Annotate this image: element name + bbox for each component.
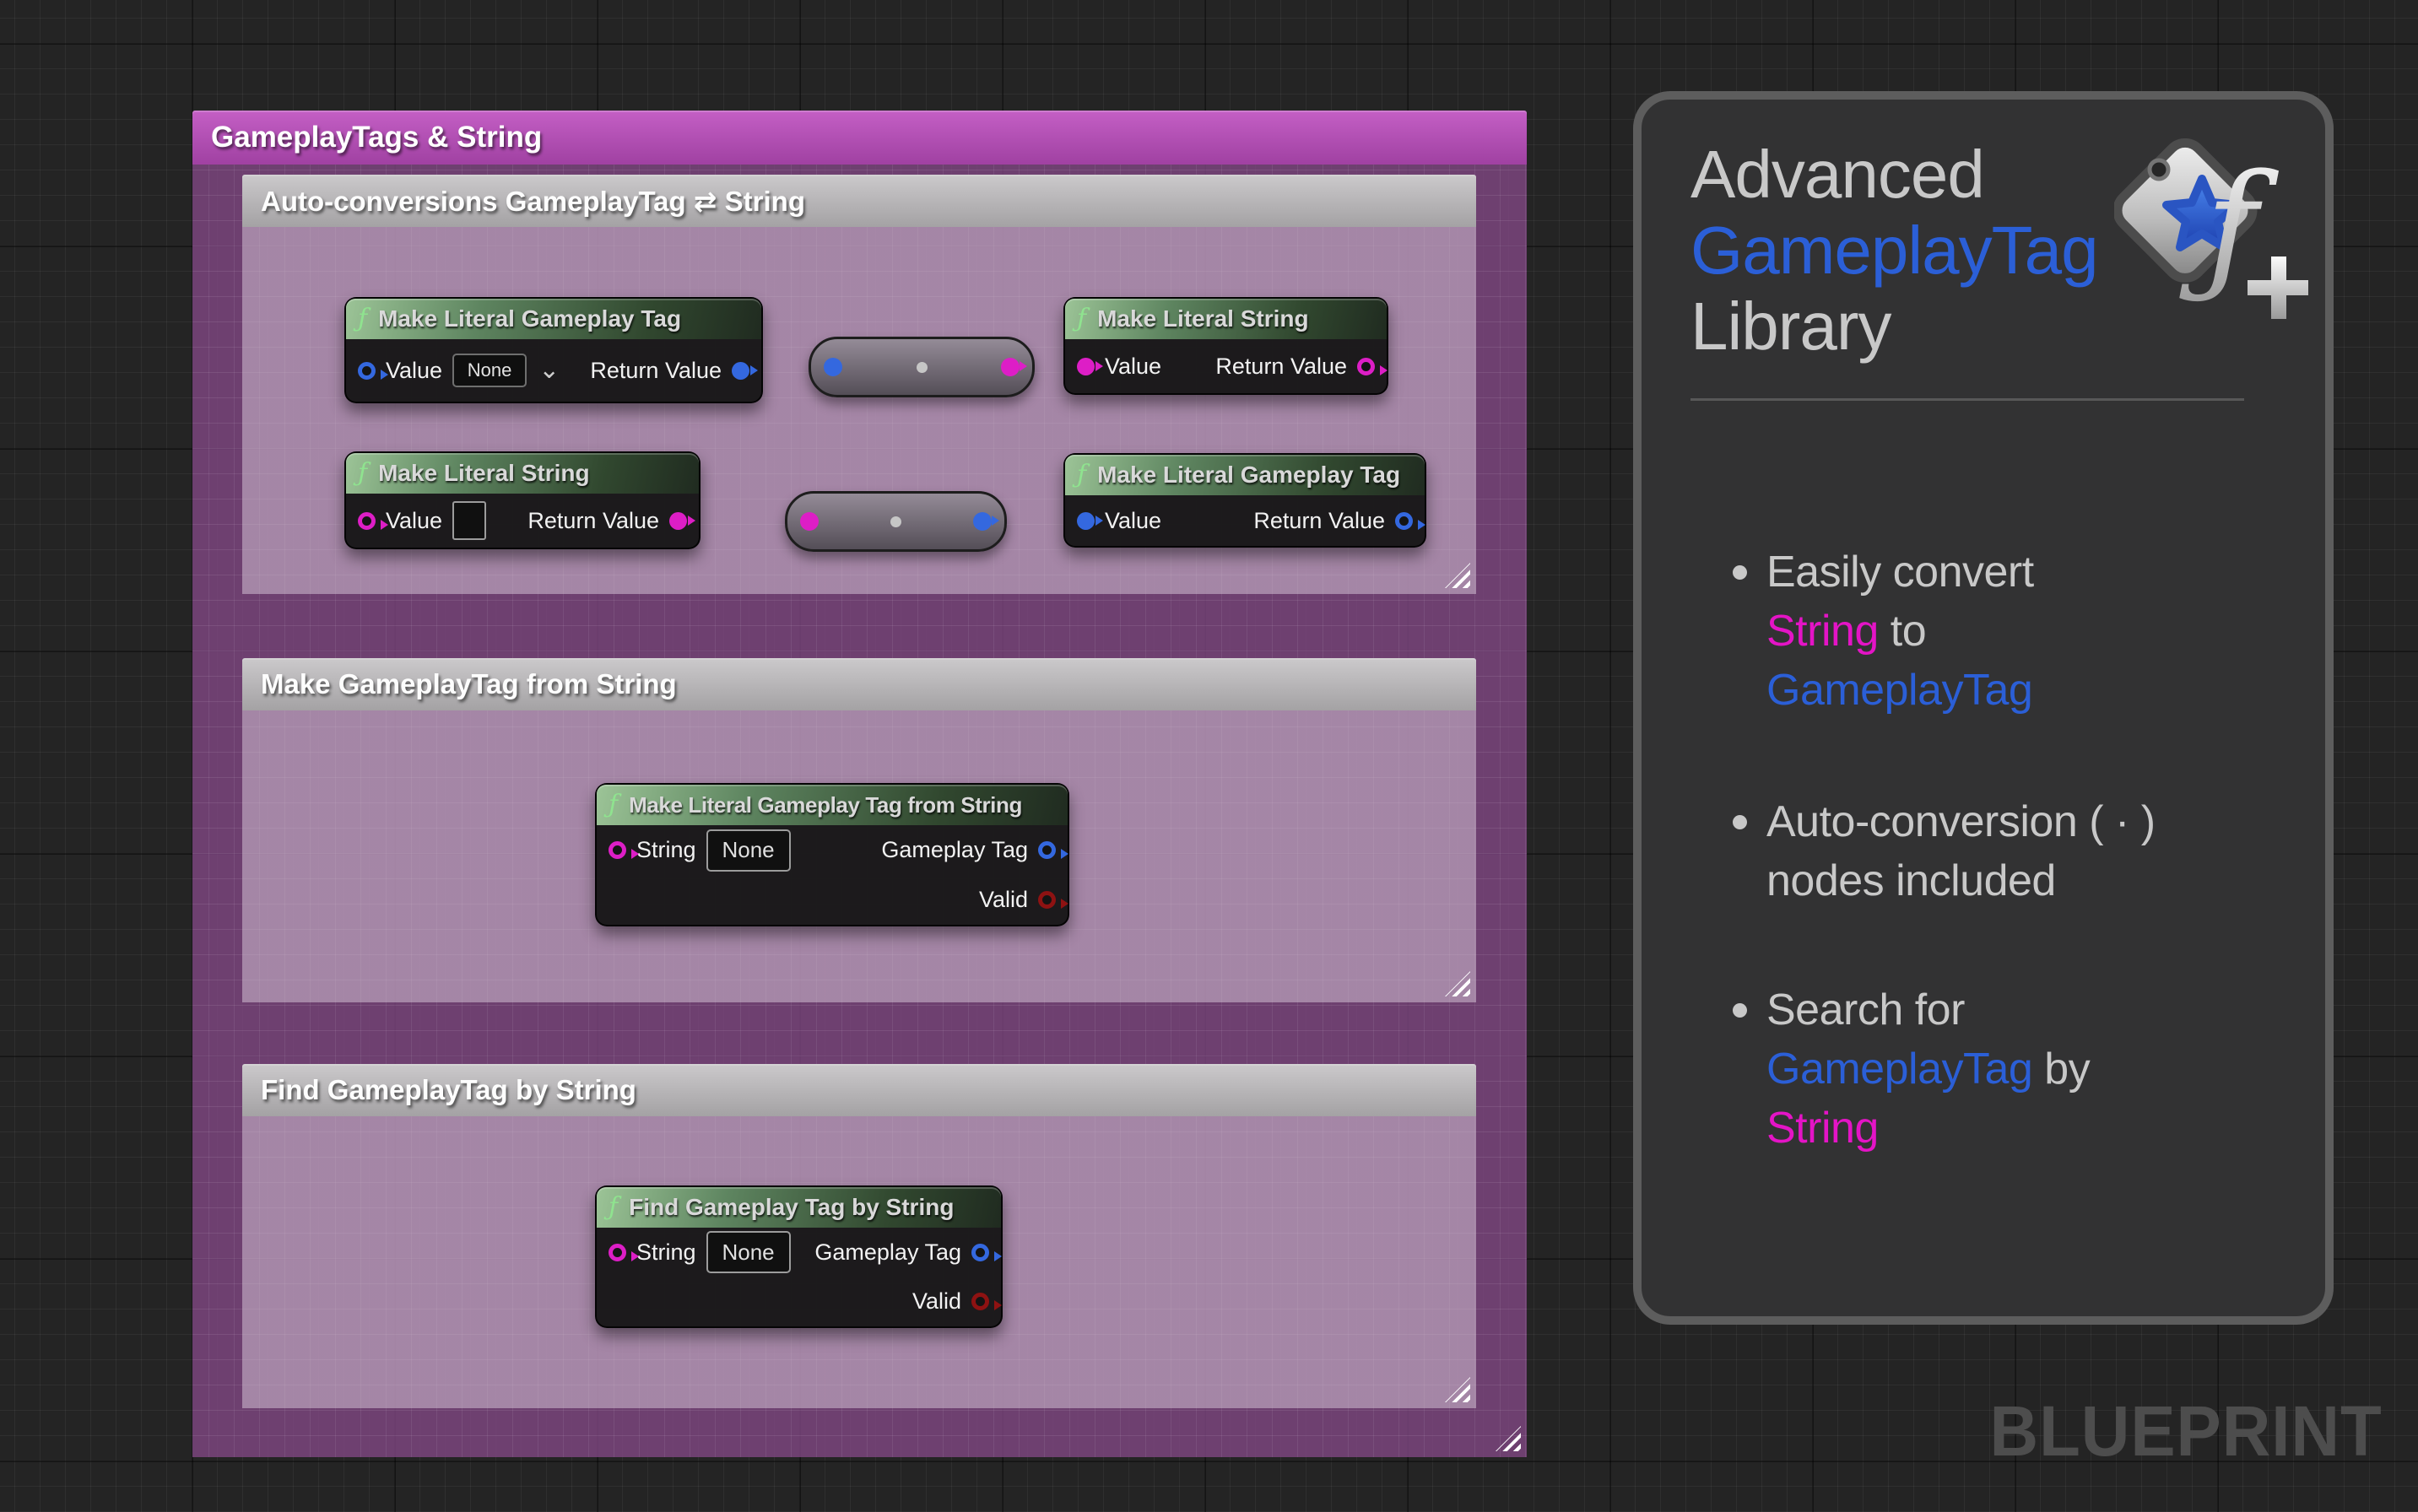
node-auto-conversion-tag-to-string[interactable] [809,337,1035,397]
bullet-line: Auto-conversion ( · ) [1766,792,2273,851]
node-make-literal-gameplay-tag[interactable]: ƒ Make Literal Gameplay Tag Value None ⌄… [344,297,763,403]
pin-return-value-output[interactable] [1357,358,1375,375]
value-text-field[interactable] [452,501,486,540]
node-header[interactable]: ƒ Make Literal String [1065,299,1387,339]
pin-gameplay-tag-output[interactable] [1038,841,1056,859]
node-title: Make Literal Gameplay Tag [1097,462,1400,489]
pin-label: Return Value [1253,508,1385,534]
bullet-dot [1733,1003,1747,1018]
pin-label: Gameplay Tag [881,837,1028,863]
comment-auto-conversions[interactable]: Auto-conversions GameplayTag ⇄ String ƒ … [242,175,1476,594]
info-panel: Advanced GameplayTag Library ƒ [1633,91,2334,1325]
comment-title: Find GameplayTag by String [261,1074,636,1106]
node-title: Make Literal Gameplay Tag from String [629,792,1022,818]
pin-label: String [636,1239,696,1266]
chevron-down-icon[interactable]: ⌄ [538,358,560,383]
comment-make-tag-from-string[interactable]: Make GameplayTag from String ƒ Make Lite… [242,658,1476,1002]
node-header[interactable]: ƒ Make Literal Gameplay Tag from String [597,785,1068,825]
function-icon: ƒ [609,792,618,818]
node-make-literal-string[interactable]: ƒ Make Literal String Value Return Value [1063,297,1388,395]
pin-string-input[interactable] [609,841,626,859]
node-header[interactable]: ƒ Find Gameplay Tag by String [597,1187,1001,1228]
bullet-line: GameplayTag by [1766,1040,2273,1099]
node-title: Make Literal String [378,460,590,487]
gameplaytag-function-icon: ƒ [2114,138,2308,324]
function-icon: ƒ [358,461,367,486]
string-text-field[interactable]: None [706,829,791,872]
bullet-line: String to [1766,602,2273,661]
bullet-dot [1733,815,1747,829]
node-header[interactable]: ƒ Make Literal Gameplay Tag [346,299,761,339]
pin-conversion-input[interactable] [800,512,819,531]
pin-label: Return Value [1215,354,1347,380]
bullet-search: Search for GameplayTag by String [1766,980,2273,1158]
comment-header[interactable]: Find GameplayTag by String [242,1064,1476,1116]
node-header[interactable]: ƒ Make Literal Gameplay Tag [1065,455,1425,495]
node-make-literal-string-2[interactable]: ƒ Make Literal String Value Return Value [344,451,701,549]
pin-label: Value [386,508,442,534]
comment-title: GameplayTags & String [211,121,542,154]
pin-conversion-output[interactable] [1001,358,1020,376]
function-icon: ƒ [358,306,367,332]
blueprint-watermark: BLUEPRINT [1990,1390,2383,1472]
comment-header[interactable]: Make GameplayTag from String [242,658,1476,710]
pin-label: Return Value [590,358,722,384]
pin-valid-output[interactable] [1038,891,1056,909]
pin-label: Valid [912,1288,961,1315]
pin-value-input[interactable] [1077,512,1095,530]
pin-label: Value [1105,354,1161,380]
bullet-line: nodes included [1766,851,2273,910]
node-make-literal-gameplay-tag-from-string[interactable]: ƒ Make Literal Gameplay Tag from String … [595,783,1069,926]
pin-value-input[interactable] [358,362,376,380]
node-find-gameplay-tag-by-string[interactable]: ƒ Find Gameplay Tag by String String Non… [595,1185,1003,1328]
node-make-literal-gameplay-tag-2[interactable]: ƒ Make Literal Gameplay Tag Value Return… [1063,453,1426,548]
pin-label: String [636,837,696,863]
pin-conversion-input[interactable] [824,358,842,376]
node-title: Find Gameplay Tag by String [629,1194,954,1221]
pin-value-input[interactable] [1077,358,1095,375]
node-title: Make Literal Gameplay Tag [378,305,681,332]
bullet-auto-conversion: Auto-conversion ( · ) nodes included [1766,792,2273,910]
pin-gameplay-tag-output[interactable] [971,1244,989,1261]
function-icon: ƒ [609,1195,618,1220]
panel-divider [1690,398,2244,401]
value-dropdown[interactable]: None [452,354,527,387]
node-header[interactable]: ƒ Make Literal String [346,453,699,494]
panel-title: Advanced GameplayTag Library [1690,137,2098,364]
pin-label: Return Value [527,508,659,534]
bullet-line: Easily convert [1766,543,2273,602]
conversion-dot-icon [890,516,901,527]
panel-title-line: Library [1690,289,2098,364]
comment-find-tag-by-string[interactable]: Find GameplayTag by String ƒ Find Gamepl… [242,1064,1476,1408]
pin-valid-output[interactable] [971,1293,989,1310]
pin-string-input[interactable] [609,1244,626,1261]
function-icon: ƒ [1077,306,1086,332]
bullet-convert: Easily convert String to GameplayTag [1766,543,2273,720]
node-auto-conversion-string-to-tag[interactable] [785,491,1007,552]
blueprint-graph-canvas[interactable]: GameplayTags & String Auto-conversions G… [0,0,2418,1512]
function-icon: ƒ [1077,462,1086,488]
pin-return-value-output[interactable] [669,512,687,530]
conversion-dot-icon [917,362,928,373]
bullet-line: String [1766,1099,2273,1158]
bullet-line: Search for [1766,980,2273,1040]
comment-header[interactable]: GameplayTags & String [192,111,1527,165]
pin-return-value-output[interactable] [1395,512,1413,530]
panel-title-line: GameplayTag [1690,213,2098,289]
string-text-field[interactable]: None [706,1231,791,1273]
pin-label: Gameplay Tag [814,1239,961,1266]
node-title: Make Literal String [1097,305,1309,332]
pin-conversion-output[interactable] [973,512,992,531]
pin-return-value-output[interactable] [732,362,749,380]
pin-label: Value [386,358,442,384]
bullet-dot [1733,565,1747,580]
pin-value-input[interactable] [358,512,376,530]
pin-label: Valid [979,887,1028,913]
bullet-line: GameplayTag [1766,661,2273,720]
pin-label: Value [1105,508,1161,534]
comment-gameplaytags-string[interactable]: GameplayTags & String Auto-conversions G… [192,111,1527,1457]
panel-title-line: Advanced [1690,137,2098,213]
comment-title: Make GameplayTag from String [261,668,677,700]
